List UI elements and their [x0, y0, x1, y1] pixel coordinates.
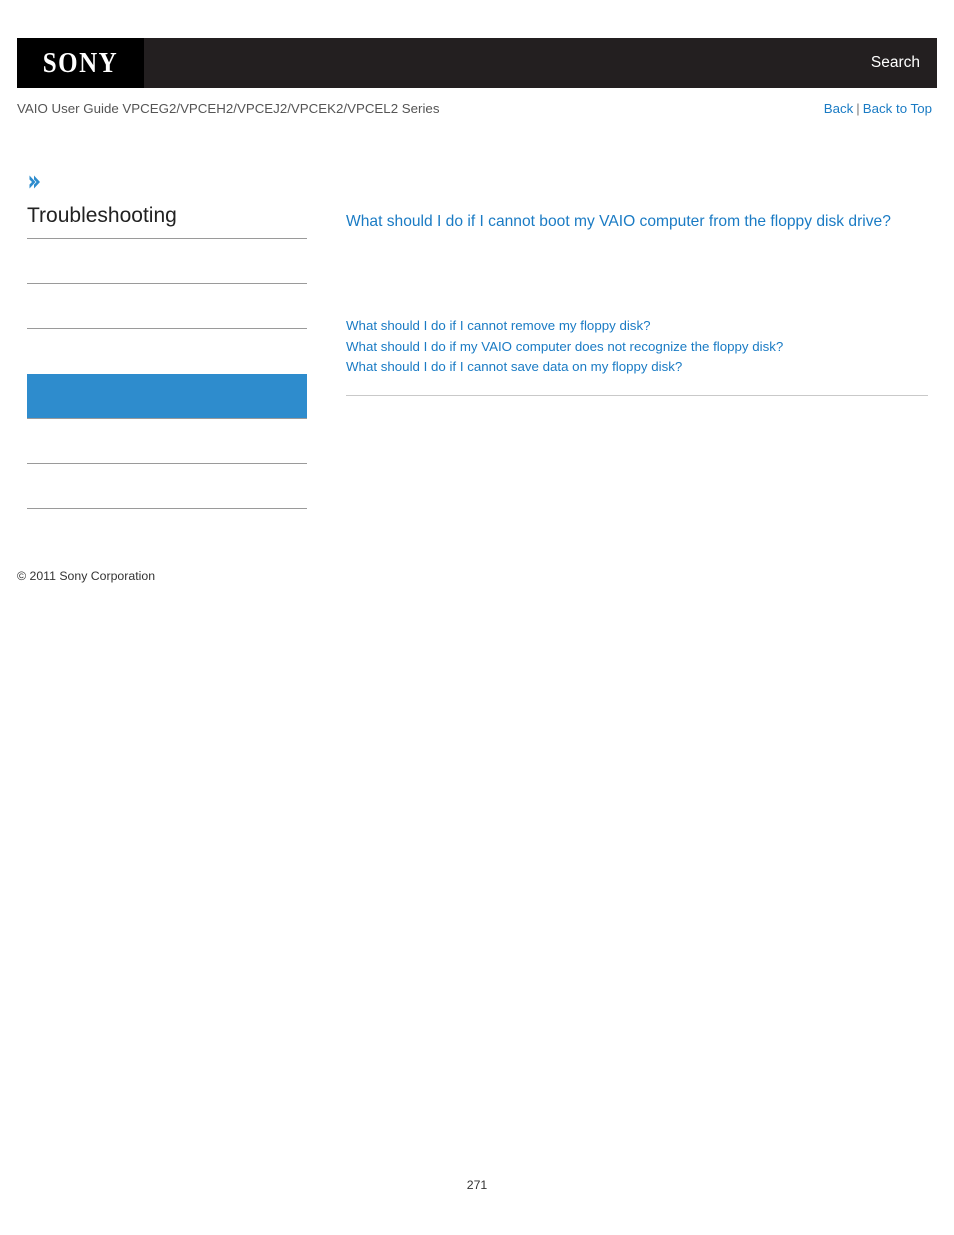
sidebar-item-selected[interactable]	[27, 374, 307, 419]
related-topic-link-1[interactable]: What should I do if I cannot remove my f…	[346, 318, 651, 333]
related-topics-list: What should I do if I cannot remove my f…	[346, 316, 928, 378]
list-item: What should I do if I cannot remove my f…	[346, 316, 928, 337]
sub-header: VAIO User Guide VPCEG2/VPCEH2/VPCEJ2/VPC…	[17, 101, 937, 121]
nav-separator: |	[856, 101, 860, 116]
chevron-right-icon[interactable]	[27, 174, 43, 190]
main-content: What should I do if I cannot boot my VAI…	[346, 212, 928, 396]
site-header: SONY Search	[17, 38, 937, 88]
list-item: What should I do if my VAIO computer doe…	[346, 337, 928, 358]
content-divider	[346, 395, 928, 396]
sidebar: Troubleshooting	[27, 168, 307, 509]
sidebar-item-3[interactable]	[27, 329, 307, 374]
back-link[interactable]: Back	[824, 101, 854, 116]
page-title[interactable]: What should I do if I cannot boot my VAI…	[346, 212, 928, 233]
list-item: What should I do if I cannot save data o…	[346, 357, 928, 378]
related-topic-link-3[interactable]: What should I do if I cannot save data o…	[346, 359, 682, 374]
sidebar-item-2[interactable]	[27, 284, 307, 329]
search-button[interactable]: Search	[871, 38, 920, 88]
header-nav-links: Back | Back to Top	[824, 101, 932, 116]
sidebar-item-6[interactable]	[27, 464, 307, 509]
sidebar-item-1[interactable]	[27, 239, 307, 284]
sony-logo-block[interactable]: SONY	[17, 38, 144, 88]
related-topic-link-2[interactable]: What should I do if my VAIO computer doe…	[346, 339, 783, 354]
copyright-notice: © 2011 Sony Corporation	[17, 569, 156, 583]
guide-title: VAIO User Guide VPCEG2/VPCEH2/VPCEJ2/VPC…	[17, 101, 440, 116]
sidebar-item-5[interactable]	[27, 419, 307, 464]
sony-logo: SONY	[42, 47, 119, 79]
breadcrumb	[27, 168, 307, 202]
page-number: 271	[466, 1178, 488, 1192]
sidebar-title: Troubleshooting	[27, 202, 307, 239]
back-to-top-link[interactable]: Back to Top	[863, 101, 932, 116]
sidebar-nav	[27, 239, 307, 509]
